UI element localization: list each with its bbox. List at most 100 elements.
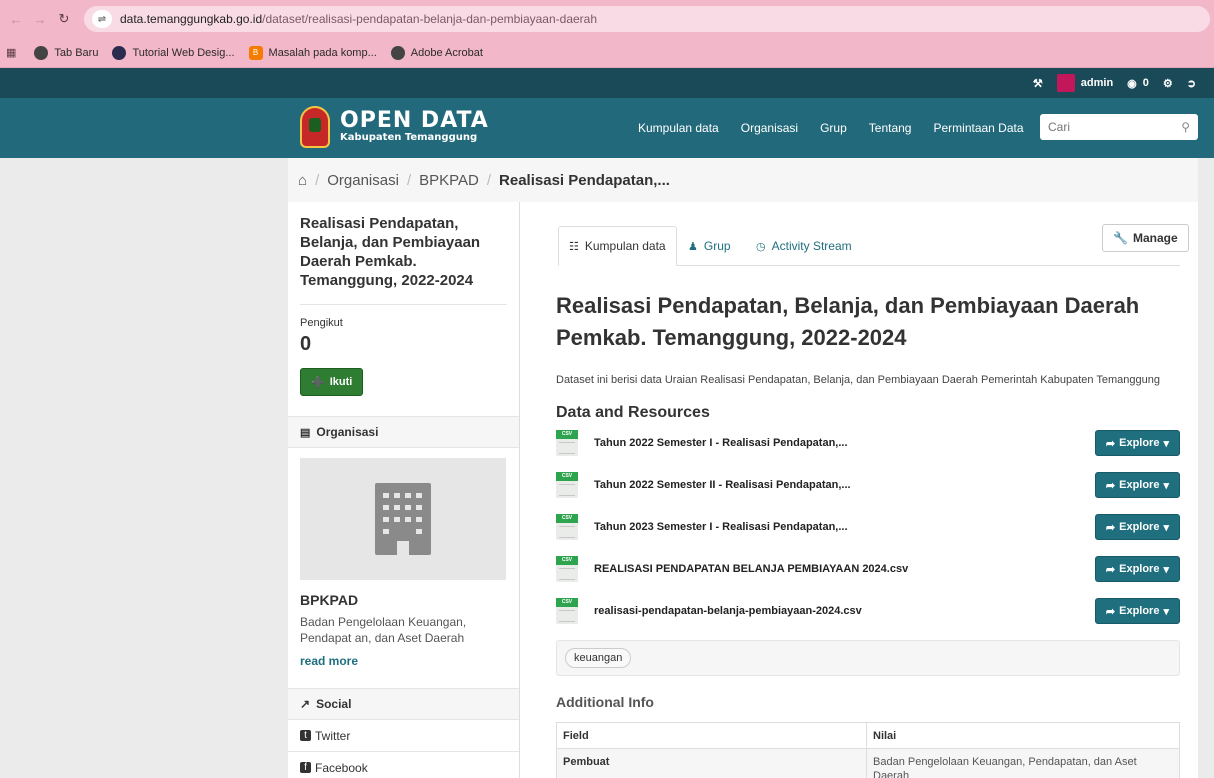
sysadmin-hammer-icon[interactable]: ⚒ <box>1033 77 1043 90</box>
column-header-nilai: Nilai <box>866 722 1180 749</box>
read-more-link[interactable]: read more <box>288 646 519 668</box>
additional-info-table: Field Nilai Pembuat Badan Pengelolaan Ke… <box>556 722 1180 778</box>
csv-file-icon <box>556 430 578 456</box>
share-arrow-icon: ➦ <box>1105 521 1116 534</box>
explore-button[interactable]: ➦ Explore ▾ <box>1094 514 1180 540</box>
dataset-tabs: ☷ Kumpulan data ♟ Grup ◷ Activity Stream <box>558 226 1180 266</box>
resource-item: Tahun 2022 Semester I - Realisasi Pendap… <box>556 428 1180 458</box>
avatar <box>1056 74 1075 92</box>
site-logo[interactable]: OPEN DATA Kabupaten Temanggung <box>300 106 489 148</box>
resource-link[interactable]: Tahun 2023 Semester I - Realisasi Pendap… <box>594 521 1095 533</box>
resource-link[interactable]: REALISASI PENDAPATAN BELANJA PEMBIAYAAN … <box>594 563 1095 575</box>
org-description: Badan Pengelolaan Keuangan, Pendapat an,… <box>300 615 467 645</box>
breadcrumb-current[interactable]: Realisasi Pendapatan,... <box>499 172 670 189</box>
masthead: OPEN DATA Kabupaten Temanggung Kumpulan … <box>0 98 1214 158</box>
org-image[interactable] <box>300 458 506 580</box>
bookmark-tab-baru[interactable]: Tab Baru <box>34 45 99 60</box>
caret-down-icon: ▾ <box>1163 605 1169 618</box>
resource-item: REALISASI PENDAPATAN BELANJA PEMBIAYAAN … <box>556 554 1180 584</box>
user-link[interactable]: admin <box>1056 74 1113 92</box>
breadcrumb-bpkpad[interactable]: BPKPAD <box>419 172 479 189</box>
explore-button[interactable]: ➦ Explore ▾ <box>1094 472 1180 498</box>
gear-icon[interactable]: ⚙ <box>1163 77 1173 90</box>
dataset-description: Dataset ini berisi data Uraian Realisasi… <box>556 374 1160 386</box>
bookmark-acrobat[interactable]: Adobe Acrobat <box>390 45 483 60</box>
tab-grup[interactable]: ♟ Grup <box>688 226 731 266</box>
bookmark-masalah[interactable]: B Masalah pada komp... <box>248 45 377 60</box>
tag-keuangan[interactable]: keuangan <box>565 648 632 668</box>
globe-icon <box>390 45 405 60</box>
apps-grid-icon[interactable]: ▦ <box>6 46 16 59</box>
social-label: Twitter <box>315 728 351 743</box>
reload-icon[interactable]: ↻ <box>56 11 72 27</box>
search-input[interactable] <box>1048 120 1168 134</box>
share-arrow-icon: ➦ <box>1105 563 1116 576</box>
share-arrow-icon: ➦ <box>1105 605 1116 618</box>
share-icon: ↗ <box>300 697 311 711</box>
bookmark-label: Tab Baru <box>54 46 99 59</box>
social-section-label: Social <box>316 697 352 711</box>
explore-button[interactable]: ➦ Explore ▾ <box>1094 598 1180 624</box>
main-nav: Kumpulan data Organisasi Grup Tentang Pe… <box>638 98 1046 158</box>
social-facebook-link[interactable]: f Facebook <box>288 752 519 778</box>
nav-permintaan-data[interactable]: Permintaan Data <box>933 121 1023 135</box>
tab-kumpulan-data[interactable]: ☷ Kumpulan data <box>558 226 677 266</box>
resource-link[interactable]: Tahun 2022 Semester I - Realisasi Pendap… <box>594 437 1095 449</box>
csv-file-icon <box>556 472 578 498</box>
clock-icon: ◷ <box>756 240 766 253</box>
breadcrumb: ⌂ / Organisasi / BPKPAD / Realisasi Pend… <box>288 158 1198 202</box>
url-host: data.temanggungkab.go.id <box>120 12 263 26</box>
tab-activity-stream[interactable]: ◷ Activity Stream <box>756 226 852 266</box>
share-arrow-icon: ➦ <box>1105 479 1116 492</box>
forward-arrow-icon[interactable]: → <box>32 11 48 27</box>
back-arrow-icon[interactable]: ← <box>8 11 24 27</box>
explore-button[interactable]: ➦ Explore ▾ <box>1094 430 1180 456</box>
site-info-icon[interactable]: ⇌ <box>92 10 112 28</box>
url-field[interactable]: ⇌ data.temanggungkab.go.id/dataset/reali… <box>84 6 1210 32</box>
caret-down-icon: ▾ <box>1163 521 1169 534</box>
bookmark-tutorial[interactable]: Tutorial Web Desig... <box>112 45 235 60</box>
follow-button-label: Ikuti <box>329 376 353 388</box>
org-name: BPKPAD <box>300 592 359 608</box>
page-title: Realisasi Pendapatan, Belanja, dan Pembi… <box>556 293 1140 350</box>
logo-title: OPEN DATA <box>340 108 489 133</box>
dataset-sidebar-title: Realisasi Pendapatan, Belanja, dan Pembi… <box>300 215 481 289</box>
nav-tentang[interactable]: Tentang <box>869 121 912 135</box>
bookmark-label: Masalah pada komp... <box>268 46 377 59</box>
tutorial-icon <box>112 45 127 60</box>
emblem-icon <box>300 106 330 148</box>
main-content: ☷ Kumpulan data ♟ Grup ◷ Activity Stream 🔧 M… <box>520 202 1198 778</box>
followers-label: Pengikut <box>300 317 343 329</box>
follow-button[interactable]: ➕ Ikuti <box>300 368 364 396</box>
social-twitter-link[interactable]: t Twitter <box>288 720 519 752</box>
additional-info-heading: Additional Info <box>556 694 654 710</box>
nav-grup[interactable]: Grup <box>820 121 847 135</box>
nav-kumpulan-data[interactable]: Kumpulan data <box>638 121 719 135</box>
bookmarks-bar: ▦ Tab Baru Tutorial Web Desig... B Masala… <box>0 38 1214 68</box>
tab-label: Activity Stream <box>771 239 852 253</box>
tab-label: Kumpulan data <box>584 239 666 253</box>
social-label: Facebook <box>315 760 368 775</box>
bookmark-label: Adobe Acrobat <box>410 46 483 59</box>
explore-label: Explore <box>1119 437 1160 449</box>
explore-button[interactable]: ➦ Explore ▾ <box>1094 556 1180 582</box>
breadcrumb-organisasi[interactable]: Organisasi <box>327 172 399 189</box>
account-bar: ⚒ admin ◉ 0 ⚙ ➲ <box>0 68 1214 98</box>
explore-label: Explore <box>1119 563 1160 575</box>
nav-organisasi[interactable]: Organisasi <box>741 121 798 135</box>
activity-link[interactable]: ◉ 0 <box>1127 77 1149 90</box>
table-cell-field: Pembuat <box>556 748 867 778</box>
logout-icon[interactable]: ➲ <box>1187 77 1196 90</box>
home-icon[interactable]: ⌂ <box>298 172 307 189</box>
resource-link[interactable]: Tahun 2022 Semester II - Realisasi Penda… <box>594 479 1095 491</box>
search-box: ⚲ <box>1040 114 1198 140</box>
breadcrumb-separator: / <box>406 171 412 189</box>
manage-button[interactable]: 🔧 Manage <box>1102 224 1189 252</box>
resource-item: Tahun 2022 Semester II - Realisasi Penda… <box>556 470 1180 500</box>
bookmark-label: Tutorial Web Desig... <box>132 46 235 59</box>
caret-down-icon: ▾ <box>1163 437 1169 450</box>
logo-subtitle: Kabupaten Temanggung <box>340 132 478 143</box>
resource-link[interactable]: realisasi-pendapatan-belanja-pembiayaan-… <box>594 605 1095 617</box>
search-icon[interactable]: ⚲ <box>1181 120 1190 134</box>
browser-address-bar: ← → ↻ ⇌ data.temanggungkab.go.id/dataset… <box>0 0 1214 38</box>
